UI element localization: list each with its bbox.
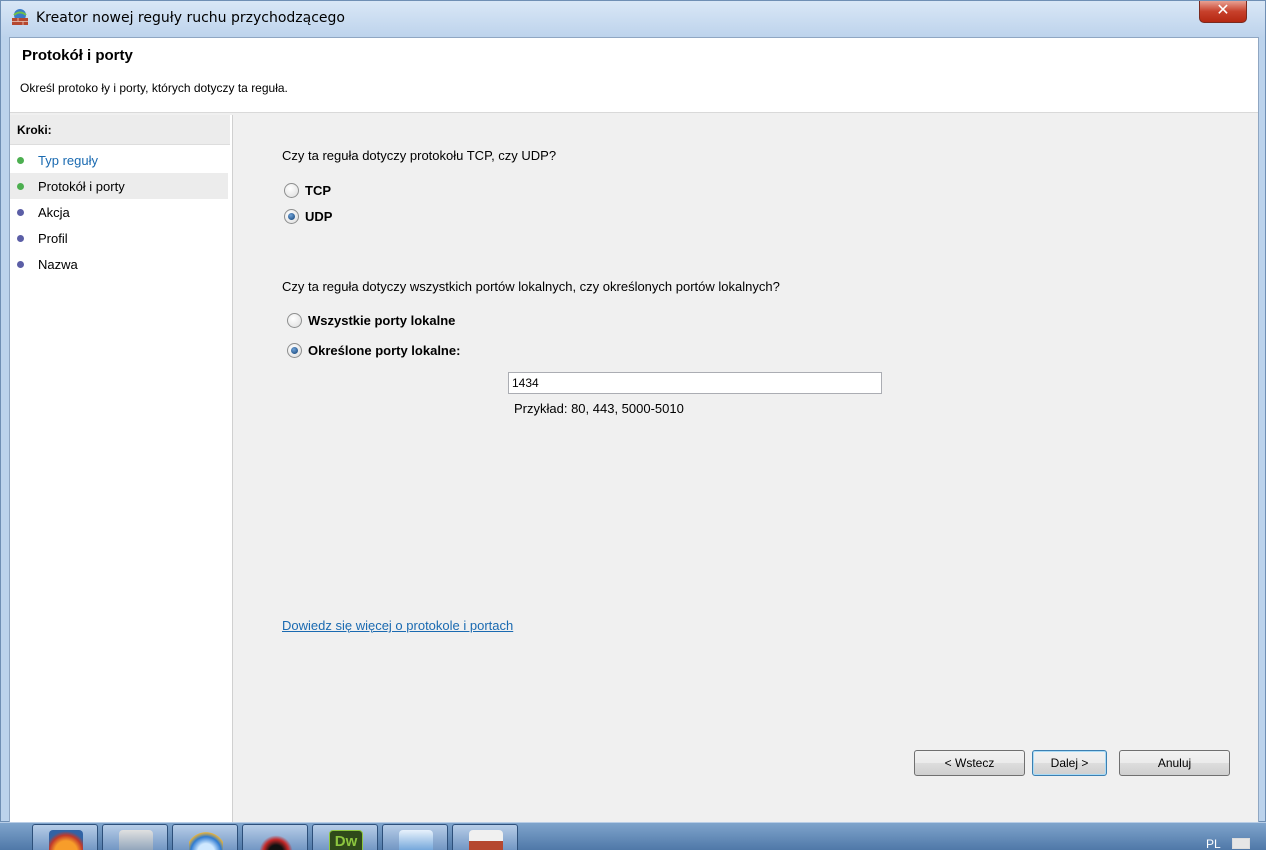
protocol-question: Czy ta reguła dotyczy protokołu TCP, czy…	[282, 148, 557, 163]
radio-specific-ports-circle[interactable]	[287, 342, 302, 358]
step-profile: Profil	[10, 225, 228, 251]
taskbar-firewall[interactable]	[452, 824, 518, 850]
window-title: Kreator nowej reguły ruchu przychodząceg…	[36, 10, 345, 26]
taskbar-dreamweaver[interactable]: Dw	[312, 824, 378, 850]
app-red-icon	[259, 830, 293, 850]
step-bullet-icon	[17, 209, 24, 216]
steps-panel: Kroki: Typ reguły Protokół i porty Akcja…	[10, 115, 233, 824]
step-label: Protokół i porty	[38, 179, 125, 194]
security-icon	[119, 830, 153, 850]
local-ports-input[interactable]: 1434	[508, 372, 882, 394]
wizard-content: Czy ta reguła dotyczy protokołu TCP, czy…	[234, 115, 1258, 824]
step-label: Akcja	[38, 205, 70, 220]
radio-udp-label: UDP	[305, 208, 333, 224]
next-button[interactable]: Dalej >	[1032, 750, 1107, 776]
taskbar-firefox[interactable]	[32, 824, 98, 850]
step-label: Typ reguły	[38, 153, 98, 168]
help-link[interactable]: Dowiedz się więcej o protokole i portach	[282, 618, 513, 633]
radio-all-ports-circle[interactable]	[287, 312, 302, 328]
step-bullet-icon	[17, 157, 24, 164]
keyboard-icon[interactable]	[1232, 838, 1250, 849]
firewall-app-icon	[12, 9, 28, 25]
taskbar-internet-explorer[interactable]	[172, 824, 238, 850]
ports-example: Przykład: 80, 443, 5000-5010	[514, 401, 684, 416]
radio-tcp-circle[interactable]	[284, 182, 299, 198]
close-button[interactable]: ✕	[1199, 1, 1247, 23]
page-description: Określ protoko ły i porty, których dotyc…	[20, 81, 288, 95]
taskbar: Dw	[0, 822, 1266, 850]
ports-question: Czy ta reguła dotyczy wszystkich portów …	[282, 279, 780, 294]
step-protocol-ports: Protokół i porty	[10, 173, 228, 199]
cancel-button[interactable]: Anuluj	[1119, 750, 1230, 776]
wizard-header: Protokół i porty Określ protoko ły i por…	[10, 38, 1258, 113]
step-action: Akcja	[10, 199, 228, 225]
step-label: Profil	[38, 231, 68, 246]
steps-heading: Kroki:	[10, 115, 230, 145]
radio-specific-ports-label: Określone porty lokalne:	[308, 342, 461, 358]
step-name: Nazwa	[10, 251, 228, 277]
internet-explorer-icon	[189, 830, 223, 850]
taskbar-app-red[interactable]	[242, 824, 308, 850]
radio-tcp[interactable]: TCP	[284, 181, 331, 199]
radio-udp-circle[interactable]	[284, 208, 299, 224]
wizard-window: Kreator nowej reguły ruchu przychodząceg…	[0, 0, 1266, 824]
page-title: Protokół i porty	[22, 47, 133, 64]
radio-udp[interactable]: UDP	[284, 207, 332, 225]
step-bullet-icon	[17, 183, 24, 190]
radio-all-ports[interactable]: Wszystkie porty lokalne	[287, 311, 455, 329]
language-indicator[interactable]: PL	[1206, 837, 1221, 850]
step-rule-type[interactable]: Typ reguły	[10, 147, 228, 173]
step-bullet-icon	[17, 235, 24, 242]
dreamweaver-icon: Dw	[329, 830, 363, 850]
firefox-icon	[49, 830, 83, 850]
control-panel-icon	[399, 830, 433, 850]
taskbar-control-panel[interactable]	[382, 824, 448, 850]
step-bullet-icon	[17, 261, 24, 268]
title-bar[interactable]: Kreator nowej reguły ruchu przychodząceg…	[1, 1, 1265, 37]
taskbar-security[interactable]	[102, 824, 168, 850]
step-label: Nazwa	[38, 257, 78, 272]
radio-tcp-label: TCP	[305, 182, 331, 198]
wizard-client-area: Protokół i porty Określ protoko ły i por…	[9, 37, 1259, 824]
firewall-icon	[469, 830, 503, 850]
radio-specific-ports[interactable]: Określone porty lokalne:	[287, 341, 460, 359]
back-button[interactable]: < Wstecz	[914, 750, 1025, 776]
radio-all-ports-label: Wszystkie porty lokalne	[308, 312, 456, 328]
close-icon: ✕	[1216, 2, 1230, 19]
